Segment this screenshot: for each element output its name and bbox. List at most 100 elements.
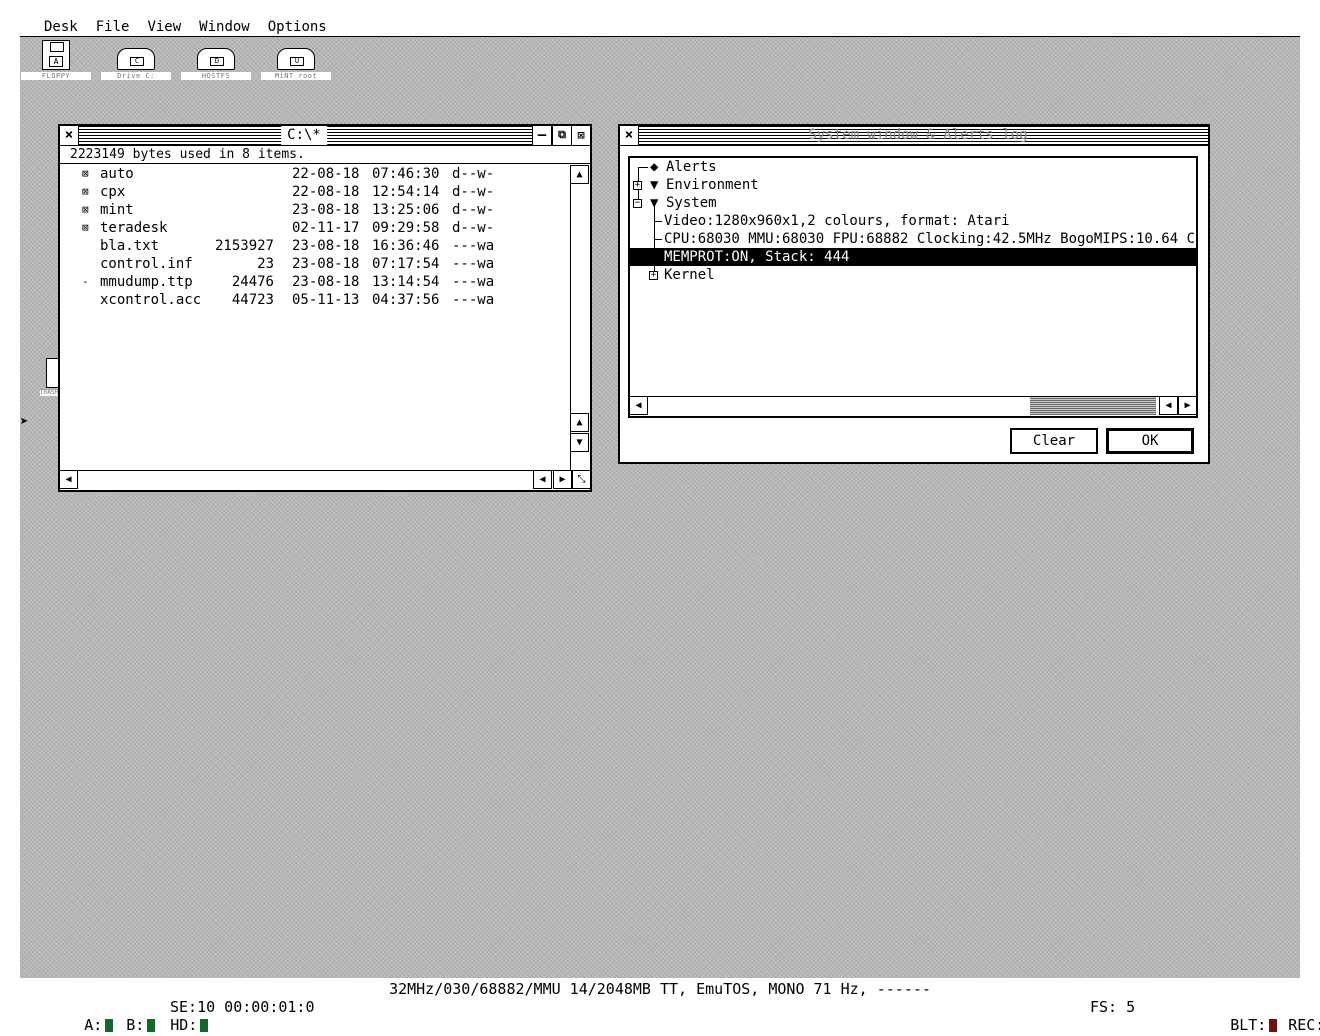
hard-drive-icon: U xyxy=(277,48,315,70)
ok-button[interactable]: OK xyxy=(1106,428,1194,454)
file-attributes: ---wa xyxy=(452,274,495,290)
folder-icon: ⊠ xyxy=(82,185,89,198)
file-window: × C:\* – ⧉ ⊠ 2223149 bytes used in 8 ite… xyxy=(58,124,592,492)
file-row[interactable]: ⊠ teradesk 02-11-17 09:29:58 d--w- xyxy=(60,219,570,237)
menu-file[interactable]: File xyxy=(96,18,130,37)
scroll-left-icon[interactable]: ◀ xyxy=(630,396,648,415)
system-window: × System window & Alerts log ◆ Alerts + … xyxy=(618,124,1210,464)
tree-node-cpu[interactable]: CPU:68030 MMU:68030 FPU:68882 Clocking:4… xyxy=(630,230,1196,248)
system-window-title: System window & Alerts log xyxy=(808,127,1028,143)
tree-label: Alerts xyxy=(666,159,717,175)
backdrop-icon[interactable]: ⧉ xyxy=(552,126,572,145)
expand-plus-icon[interactable]: + xyxy=(649,271,658,280)
tree-node-memprot-selected[interactable]: MEMPROT:ON, Stack: 444 xyxy=(630,248,1196,266)
file-time: 07:17:54 xyxy=(372,256,440,272)
file-row[interactable]: ⊠ mint 23-08-18 13:25:06 d--w- xyxy=(60,201,570,219)
menu-bar: Desk File View Window Options xyxy=(20,18,1300,37)
fs-indicator: FS: 5 xyxy=(1090,998,1136,1016)
file-attributes: d--w- xyxy=(452,166,495,182)
menu-view[interactable]: View xyxy=(147,18,181,37)
file-date: 23-08-18 xyxy=(292,238,360,254)
drive-letter: U xyxy=(290,57,304,66)
file-attributes: d--w- xyxy=(452,220,495,236)
file-size: 2153927 xyxy=(214,238,274,254)
folder-icon: ⊠ xyxy=(82,203,89,216)
diamond-icon: ◆ xyxy=(650,159,659,175)
scroll-left-icon[interactable]: ◀ xyxy=(59,470,78,489)
file-name: mmudump.ttp xyxy=(100,274,193,290)
emulator-status-bar: 32MHz/030/68882/MMU 14/2048MB TT, EmuTOS… xyxy=(20,978,1320,1034)
file-row[interactable]: bla.txt 2153927 23-08-18 16:36:46 ---wa xyxy=(60,237,570,255)
file-time: 16:36:46 xyxy=(372,238,440,254)
scroll-right-icon[interactable]: ▶ xyxy=(553,470,572,489)
desktop-icon-floppy[interactable]: A FLOPPY xyxy=(20,40,92,98)
tree-node-kernel[interactable]: + Kernel xyxy=(630,266,1196,284)
menu-desk[interactable]: Desk xyxy=(44,18,78,37)
system-tree-view: ◆ Alerts + ▼ Environment − ▼ System Vide… xyxy=(628,156,1198,418)
file-size: 23 xyxy=(257,256,274,272)
scroll-down-icon[interactable]: ▼ xyxy=(570,433,589,452)
file-date: 23-08-18 xyxy=(292,256,360,272)
scrollbar-track[interactable] xyxy=(1030,397,1156,415)
expand-plus-icon[interactable]: + xyxy=(633,181,642,190)
scroll-left-icon[interactable]: ◀ xyxy=(533,470,552,489)
resize-handle-icon[interactable]: ⤡ xyxy=(572,470,591,489)
scroll-up-icon[interactable]: ▲ xyxy=(570,165,589,184)
file-attributes: ---wa xyxy=(452,238,495,254)
file-time: 13:14:54 xyxy=(372,274,440,290)
desktop-icon-label: HOSTFS xyxy=(181,72,251,80)
tree-label: System xyxy=(666,195,717,211)
folder-icon: ⊠ xyxy=(82,167,89,180)
file-window-vertical-scrollbar[interactable]: ▲ ▲ ▼ xyxy=(570,165,590,470)
system-tree-horizontal-scrollbar[interactable]: ◀ ◀ ▶ xyxy=(630,396,1196,416)
drive-letter: C xyxy=(130,57,144,66)
system-window-titlebar[interactable]: × System window & Alerts log xyxy=(619,126,1208,146)
close-icon[interactable]: × xyxy=(619,126,639,145)
iconify-icon[interactable]: – xyxy=(532,126,552,145)
tree-label: CPU:68030 MMU:68030 FPU:68882 Clocking:4… xyxy=(664,231,1198,247)
tree-node-environment[interactable]: + ▼ Environment xyxy=(630,176,1196,194)
file-row[interactable]: control.inf 23 23-08-18 07:17:54 ---wa xyxy=(60,255,570,273)
desktop-icon-label: Drive C: xyxy=(101,72,171,80)
desktop-icon-drive-c[interactable]: C Drive C: xyxy=(100,40,172,98)
tree-label: Video:1280x960x1,2 colours, format: Atar… xyxy=(664,213,1010,229)
file-list: ⊠ auto 22-08-18 07:46:30 d--w- ⊠ cpx 22-… xyxy=(60,165,570,470)
triangle-down-icon: ▼ xyxy=(650,177,659,193)
file-date: 22-08-18 xyxy=(292,184,360,200)
folder-icon: ⊠ xyxy=(82,221,89,234)
drive-letter: A xyxy=(49,56,63,67)
collapse-minus-icon[interactable]: − xyxy=(633,199,642,208)
tree-node-system[interactable]: − ▼ System xyxy=(630,194,1196,212)
file-row[interactable]: ⊠ cpx 22-08-18 12:54:14 d--w- xyxy=(60,183,570,201)
close-icon[interactable]: × xyxy=(59,126,79,145)
clear-button[interactable]: Clear xyxy=(1010,428,1098,454)
file-time: 09:29:58 xyxy=(372,220,440,236)
desktop-icon-mint-root[interactable]: U MiNT root xyxy=(260,40,332,98)
menu-options[interactable]: Options xyxy=(268,18,327,37)
tree-node-alerts[interactable]: ◆ Alerts xyxy=(630,158,1196,176)
menu-window[interactable]: Window xyxy=(199,18,250,37)
scroll-left-icon[interactable]: ◀ xyxy=(1159,396,1178,415)
file-row[interactable]: - mmudump.ttp 24476 23-08-18 13:14:54 --… xyxy=(60,273,570,291)
scroll-right-icon[interactable]: ▶ xyxy=(1178,396,1196,415)
tree-label: Kernel xyxy=(664,267,715,283)
file-attributes: ---wa xyxy=(452,292,495,308)
file-row[interactable]: xcontrol.acc 44723 05-11-13 04:37:56 ---… xyxy=(60,291,570,309)
file-row[interactable]: ⊠ auto 22-08-18 07:46:30 d--w- xyxy=(60,165,570,183)
file-time: 13:25:06 xyxy=(372,202,440,218)
file-window-info: 2223149 bytes used in 8 items. xyxy=(60,146,590,164)
tree-node-video[interactable]: Video:1280x960x1,2 colours, format: Atar… xyxy=(630,212,1196,230)
hard-drive-icon: C xyxy=(117,48,155,70)
file-window-horizontal-scrollbar[interactable]: ◀ ◀ ▶ ⤡ xyxy=(59,470,591,490)
file-name: auto xyxy=(100,166,134,182)
se-timer: SE:10 00:00:01:0 xyxy=(170,998,315,1016)
scroll-up-icon[interactable]: ▲ xyxy=(570,413,589,432)
file-window-titlebar[interactable]: × C:\* – ⧉ ⊠ xyxy=(59,126,591,146)
machine-info: 32MHz/030/68882/MMU 14/2048MB TT, EmuTOS… xyxy=(389,980,931,998)
rec-indicator: REC: xyxy=(1234,998,1320,1036)
desktop-icon-label: MiNT root xyxy=(261,72,331,80)
desktop-icon-hostfs[interactable]: D HOSTFS xyxy=(180,40,252,98)
file-name: xcontrol.acc xyxy=(100,292,202,308)
fullscreen-icon[interactable]: ⊠ xyxy=(571,126,591,145)
tree-label: MEMPROT:ON, Stack: 444 xyxy=(664,249,850,265)
